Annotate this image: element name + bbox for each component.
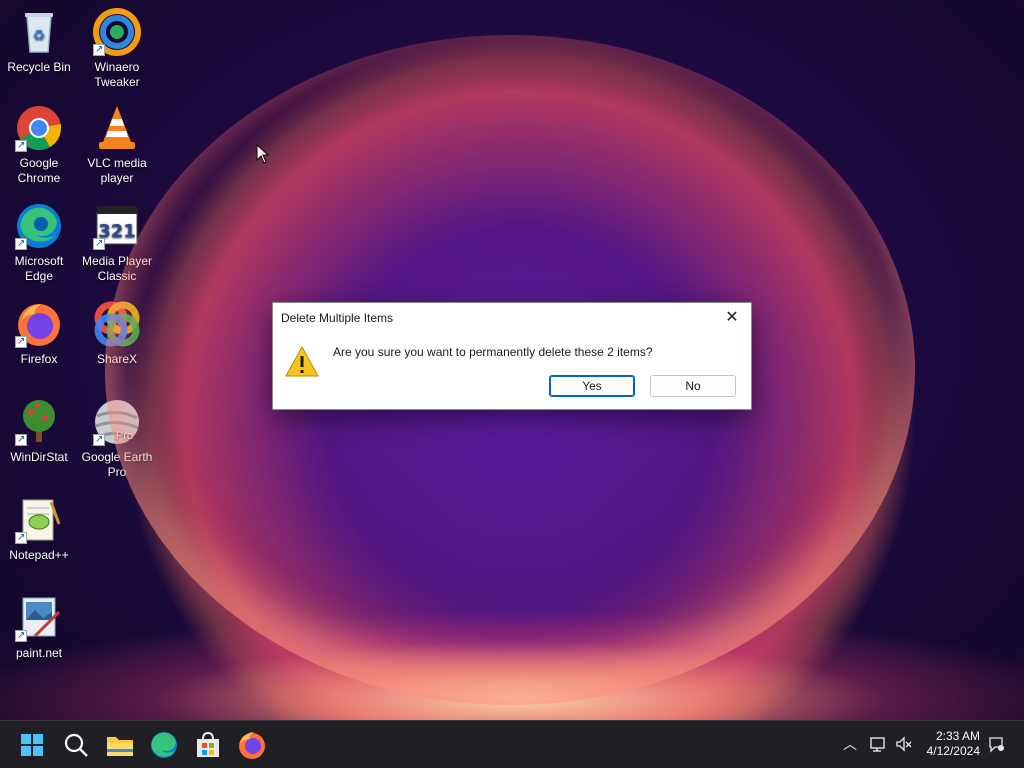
firefox-icon[interactable]	[236, 729, 268, 761]
pro-badge: Pro	[115, 430, 133, 442]
notepad-plus-plus-icon	[15, 496, 63, 545]
desktop-icon-label: Firefox	[20, 352, 58, 366]
shortcut-arrow-icon	[93, 42, 105, 57]
edge-icon	[15, 202, 63, 251]
edge-icon[interactable]	[148, 729, 180, 761]
desktop-icon-label: Microsoft Edge	[14, 254, 64, 283]
microsoft-store-icon[interactable]	[192, 729, 224, 761]
search-icon[interactable]	[60, 729, 92, 761]
desktop-icon-firefox[interactable]: Firefox	[0, 300, 78, 367]
mouse-cursor-icon	[256, 144, 270, 164]
desktop-icon-google-earth-pro[interactable]: Pro Google Earth Pro	[78, 398, 156, 480]
svg-text:♻: ♻	[33, 28, 46, 44]
vlc-icon	[93, 104, 141, 152]
warning-icon	[285, 345, 319, 377]
network-icon[interactable]	[868, 734, 888, 754]
clock-date: 4/12/2024	[926, 744, 980, 758]
windirstat-icon	[15, 398, 63, 447]
recycle-bin-icon: ♻	[15, 8, 63, 56]
desktop-icon-vlc[interactable]: VLC media player	[78, 104, 156, 186]
clock-time: 2:33 AM	[935, 729, 980, 743]
desktop-icon-label: Recycle Bin	[7, 60, 71, 74]
shortcut-arrow-icon	[15, 628, 27, 643]
yes-button[interactable]: Yes	[549, 375, 635, 397]
file-explorer-icon[interactable]	[104, 729, 136, 761]
google-earth-pro-icon: Pro	[93, 398, 141, 447]
start-icon[interactable]	[16, 729, 48, 761]
clock[interactable]: 2:33 AM 4/12/2024	[927, 729, 980, 759]
desktop-icon-sharex[interactable]: ShareX	[78, 300, 156, 367]
notification-icon[interactable]	[986, 734, 1006, 754]
desktop-icon-microsoft-edge[interactable]: Microsoft Edge	[0, 202, 78, 284]
winaero-tweaker-icon	[93, 8, 141, 57]
delete-confirm-dialog: Delete Multiple Items ✕ Are you sure you…	[272, 302, 752, 410]
desktop-icon-recycle-bin[interactable]: ♻ Recycle Bin	[0, 8, 78, 75]
paint-net-icon	[15, 594, 63, 643]
dialog-close-button[interactable]: ✕	[719, 307, 745, 329]
chrome-icon	[15, 104, 63, 153]
desktop-icon-label: WinDirStat	[10, 450, 68, 464]
taskbar: ︿ 2:33 AM 4/12/2024	[0, 720, 1024, 768]
shortcut-arrow-icon	[15, 236, 27, 251]
shortcut-arrow-icon	[15, 432, 27, 447]
desktop-icon-notepad-plus-plus[interactable]: Notepad++	[0, 496, 78, 563]
desktop-icon-label: paint.net	[15, 646, 63, 660]
sharex-icon	[93, 300, 141, 348]
volume-muted-icon[interactable]	[894, 734, 914, 754]
desktop-icon-media-player-classic[interactable]: 321 Media Player Classic	[78, 202, 156, 284]
shortcut-arrow-icon	[15, 334, 27, 349]
shortcut-arrow-icon	[93, 432, 105, 447]
desktop-icon-label: Notepad++	[9, 548, 69, 562]
shortcut-arrow-icon	[93, 236, 105, 251]
desktop-icon-label: ShareX	[96, 352, 138, 366]
desktop-icon-label: Media Player Classic	[81, 254, 153, 283]
dialog-message: Are you sure you want to permanently del…	[333, 345, 653, 359]
desktop-icon-google-chrome[interactable]: Google Chrome	[0, 104, 78, 186]
show-hidden-icons-chevron-icon[interactable]: ︿	[840, 734, 860, 754]
desktop-icon-label: Google Chrome	[17, 156, 61, 185]
desktop-icon-paint-net[interactable]: paint.net	[0, 594, 78, 661]
desktop: ♻ Recycle Bin Google Chrome	[0, 0, 1024, 768]
dialog-title: Delete Multiple Items	[281, 311, 394, 325]
no-button[interactable]: No	[650, 375, 736, 397]
media-player-classic-icon: 321	[93, 202, 141, 251]
desktop-icon-windirstat[interactable]: WinDirStat	[0, 398, 78, 465]
desktop-icon-winaero-tweaker[interactable]: Winaero Tweaker	[78, 8, 156, 90]
desktop-icon-label: Google Earth Pro	[81, 450, 153, 479]
desktop-icon-label: Winaero Tweaker	[94, 60, 140, 89]
firefox-icon	[15, 300, 63, 349]
shortcut-arrow-icon	[15, 138, 27, 153]
shortcut-arrow-icon	[15, 530, 27, 545]
desktop-icon-label: VLC media player	[87, 156, 147, 185]
